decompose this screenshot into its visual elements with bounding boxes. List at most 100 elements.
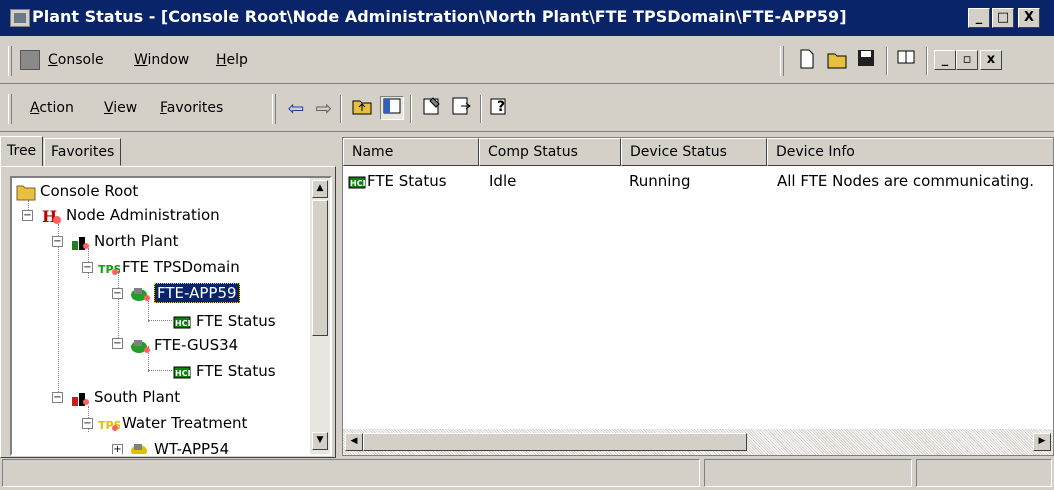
tree-item-label: FTE-APP59 xyxy=(154,283,240,303)
menu-console[interactable]: Console xyxy=(48,52,104,68)
svg-text:HCI: HCI xyxy=(350,179,366,188)
tab-favorites[interactable]: Favorites xyxy=(44,138,122,166)
column-header-device-info[interactable]: Device Info xyxy=(767,138,1053,166)
row-device-status: Running xyxy=(629,172,691,190)
mdi-restore-button[interactable]: ▫ xyxy=(956,50,978,70)
tree-item-label: WT-APP54 xyxy=(154,440,230,456)
scroll-down-button[interactable]: ▼ xyxy=(312,432,328,450)
maximize-button[interactable]: □ xyxy=(992,8,1014,28)
tree-item-label: FTE Status xyxy=(196,312,276,330)
tree-vertical-scrollbar[interactable]: ▲ ▼ xyxy=(310,178,330,454)
collapse-toggle[interactable]: − xyxy=(22,210,33,221)
tree-item-label: Water Treatment xyxy=(122,414,248,432)
table-row[interactable]: HCI FTE Status Idle Running All FTE Node… xyxy=(343,170,1053,195)
collapse-toggle[interactable]: − xyxy=(82,418,93,429)
fte-status-icon: HCI xyxy=(172,313,192,331)
folder-icon xyxy=(16,183,36,201)
properties-icon[interactable] xyxy=(420,96,444,120)
title-bar[interactable]: Plant Status - [Console Root\Node Admini… xyxy=(0,0,1054,36)
toolbar-separator xyxy=(886,47,888,75)
row-name: FTE Status xyxy=(367,172,447,190)
tree-item-label: FTE-GUS34 xyxy=(154,336,239,354)
tree-item-south-plant[interactable]: South Plant xyxy=(70,386,180,408)
back-icon[interactable]: ⇦ xyxy=(284,96,308,120)
tree-item-fte-tpsdomain[interactable]: TPS FTE TPSDomain xyxy=(98,256,240,278)
fte-status-icon: HCI xyxy=(347,173,367,195)
mdi-close-button[interactable]: x xyxy=(980,50,1002,70)
tree-item-label: FTE Status xyxy=(196,362,276,380)
minimize-button[interactable]: _ xyxy=(968,8,990,28)
toolbar-separator xyxy=(410,95,412,123)
menu-view[interactable]: View xyxy=(104,100,137,116)
export-list-icon[interactable] xyxy=(450,96,474,120)
plant-icon xyxy=(70,233,90,251)
menubar-grip[interactable] xyxy=(8,46,12,76)
tree-item-north-plant[interactable]: North Plant xyxy=(70,230,179,252)
tree-item-label: South Plant xyxy=(94,388,181,406)
toolbar-separator xyxy=(480,95,482,123)
save-icon[interactable] xyxy=(854,48,878,72)
tree-item-fte-gus34[interactable]: FTE-GUS34 xyxy=(130,334,238,356)
help-icon[interactable]: ? xyxy=(488,96,512,120)
tree-item-wt-app54[interactable]: WT-APP54 xyxy=(130,438,230,456)
tab-tree[interactable]: Tree xyxy=(0,136,44,166)
collapse-toggle[interactable]: − xyxy=(52,392,63,403)
scroll-right-button[interactable]: ▶ xyxy=(1033,433,1051,451)
tree-item-console-root[interactable]: Console Root xyxy=(16,180,138,202)
collapse-toggle[interactable]: − xyxy=(112,338,123,349)
node-admin-icon: H xyxy=(42,207,62,226)
menu-help[interactable]: Help xyxy=(216,52,248,68)
toolbar-grip[interactable] xyxy=(272,94,276,124)
menu-action[interactable]: Action xyxy=(30,100,74,116)
status-bar-pane xyxy=(916,459,1052,487)
toolbar-grip[interactable] xyxy=(8,94,12,124)
svg-text:?: ? xyxy=(497,99,505,115)
tree-item-label: Console Root xyxy=(40,182,139,200)
mdi-minimize-button[interactable]: _ xyxy=(934,50,956,70)
scroll-thumb[interactable] xyxy=(363,433,747,451)
collapse-toggle[interactable]: − xyxy=(112,288,123,299)
close-button[interactable]: X xyxy=(1018,8,1040,28)
node-icon xyxy=(130,285,150,303)
menu-favorites[interactable]: Favorites xyxy=(160,100,223,116)
app-icon[interactable] xyxy=(10,9,30,27)
new-icon[interactable] xyxy=(795,48,819,72)
collapse-toggle[interactable]: − xyxy=(52,236,63,247)
column-header-device-status[interactable]: Device Status xyxy=(621,138,767,166)
menu-window[interactable]: Window xyxy=(134,52,189,68)
up-one-level-icon[interactable] xyxy=(350,96,374,120)
collapse-toggle[interactable]: − xyxy=(82,262,93,273)
tree-item-fte-status[interactable]: HCI FTE Status xyxy=(172,360,276,382)
fte-status-icon: HCI xyxy=(172,363,192,381)
forward-icon[interactable]: ⇨ xyxy=(312,96,336,120)
scroll-up-button[interactable]: ▲ xyxy=(312,180,328,198)
list-view[interactable]: Name Comp Status Device Status Device In… xyxy=(342,137,1054,456)
properties-icon[interactable] xyxy=(894,48,918,72)
console-icon[interactable] xyxy=(20,50,40,70)
open-icon[interactable] xyxy=(826,48,850,72)
node-icon xyxy=(130,337,150,355)
tree-item-label: North Plant xyxy=(94,232,179,250)
tree-view[interactable]: Console Root − H Node Administration − No… xyxy=(10,176,332,456)
window-title: Plant Status - [Console Root\Node Admini… xyxy=(32,7,847,26)
plant-icon xyxy=(70,389,90,407)
row-comp-status: Idle xyxy=(489,172,517,190)
tree-item-water-treatment[interactable]: TPS Water Treatment xyxy=(98,412,247,434)
status-bar-pane xyxy=(2,459,700,487)
toolbar-separator xyxy=(340,95,342,123)
list-horizontal-scrollbar[interactable]: ◀ ▶ xyxy=(343,429,1053,455)
scroll-thumb[interactable] xyxy=(312,200,328,336)
expand-toggle[interactable]: + xyxy=(112,444,123,454)
show-hide-tree-icon[interactable] xyxy=(380,96,404,120)
column-header-comp-status[interactable]: Comp Status xyxy=(479,138,621,166)
tree-item-node-administration[interactable]: H Node Administration xyxy=(42,204,220,226)
tree-item-fte-app59[interactable]: FTE-APP59 xyxy=(130,282,240,304)
row-device-info: All FTE Nodes are communicating. xyxy=(777,172,1035,190)
action-toolbar: Action View Favorites ⇦ ⇨ ? xyxy=(0,86,1054,132)
toolbar-grip[interactable] xyxy=(780,46,784,76)
column-header-name[interactable]: Name xyxy=(343,138,479,166)
node-icon xyxy=(130,441,150,454)
tree-item-fte-status[interactable]: HCI FTE Status xyxy=(172,310,276,332)
tree-item-label: FTE TPSDomain xyxy=(122,258,240,276)
scroll-left-button[interactable]: ◀ xyxy=(345,433,363,451)
